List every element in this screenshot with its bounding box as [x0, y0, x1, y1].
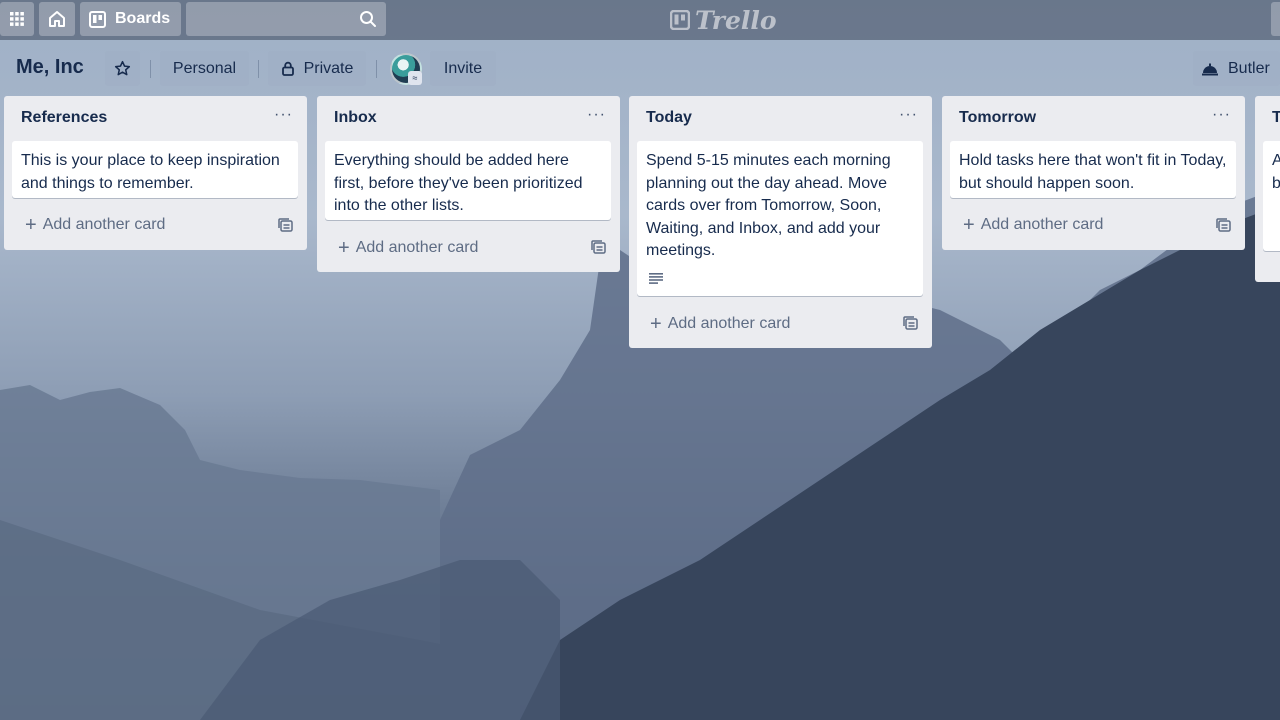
invite-button[interactable]: Invite [430, 51, 496, 86]
add-card-label: Add another card [667, 315, 791, 332]
card[interactable]: A b [1263, 141, 1280, 251]
boards-button[interactable]: Boards [80, 2, 181, 36]
search-input[interactable] [186, 2, 386, 36]
private-label: Private [303, 59, 354, 77]
plus-icon: + [338, 236, 350, 259]
plus-icon: + [963, 213, 975, 236]
home-icon [49, 11, 65, 27]
list-partial[interactable]: T A b [1255, 96, 1280, 282]
search-icon [360, 11, 376, 27]
list-menu-icon[interactable]: ··· [274, 106, 293, 124]
card[interactable]: Hold tasks here that won't fit in Today,… [950, 141, 1236, 198]
top-bar: Boards Trello [0, 0, 1280, 40]
list-inbox[interactable]: Inbox ··· Everything should be added her… [317, 96, 620, 272]
header-divider [376, 60, 377, 78]
topbar-right-button[interactable] [1271, 2, 1280, 36]
card[interactable]: Spend 5-15 minutes each morning planning… [637, 141, 923, 296]
invite-label: Invite [443, 59, 483, 77]
home-button[interactable] [39, 2, 75, 36]
card-text: Spend 5-15 minutes each morning planning… [646, 152, 891, 259]
card-text: Hold tasks here that won't fit in Today,… [959, 152, 1227, 192]
card-template-icon[interactable] [278, 218, 293, 232]
list-title[interactable]: T [1272, 109, 1280, 127]
star-icon [114, 60, 131, 76]
board-title[interactable]: Me, Inc [16, 56, 84, 79]
butler-button[interactable]: Butler [1193, 51, 1280, 86]
add-card-button[interactable]: + Add another card [12, 210, 298, 240]
trello-logo-icon [670, 10, 690, 30]
card-text: A b [1272, 152, 1280, 192]
card-text: Everything should be added here first, b… [334, 152, 583, 214]
list-title[interactable]: Tomorrow [959, 109, 1036, 127]
list-today[interactable]: Today ··· Spend 5-15 minutes each mornin… [629, 96, 932, 348]
card-template-icon[interactable] [903, 316, 918, 330]
list-menu-icon[interactable]: ··· [587, 106, 606, 124]
privacy-button[interactable]: Private [268, 51, 366, 86]
add-card-button[interactable]: + Add another card [950, 210, 1236, 240]
lock-icon [281, 61, 294, 76]
card[interactable]: Everything should be added here first, b… [325, 141, 611, 220]
admin-chevron-icon: ≈ [408, 71, 422, 85]
butler-bell-icon [1202, 63, 1218, 75]
list-title[interactable]: Inbox [334, 109, 377, 127]
add-card-label: Add another card [355, 239, 479, 256]
personal-label: Personal [172, 59, 237, 77]
card-text: This is your place to keep inspiration a… [21, 152, 280, 192]
card-template-icon[interactable] [1216, 218, 1231, 232]
card[interactable]: This is your place to keep inspiration a… [12, 141, 298, 198]
list-references[interactable]: References ··· This is your place to kee… [4, 96, 307, 250]
star-button[interactable] [105, 51, 140, 86]
add-card-button[interactable]: + Add another card [325, 233, 611, 263]
boards-icon [89, 10, 106, 28]
add-card-label: Add another card [42, 216, 166, 233]
apps-button[interactable] [0, 2, 34, 36]
header-divider [258, 60, 259, 78]
butler-label: Butler [1228, 59, 1270, 77]
description-icon [649, 273, 663, 284]
list-title[interactable]: Today [646, 109, 692, 127]
plus-icon: + [25, 213, 37, 236]
grid-icon [10, 12, 24, 26]
boards-label: Boards [115, 10, 171, 27]
logo-text: Trello [695, 5, 777, 35]
trello-logo[interactable]: Trello [670, 5, 777, 35]
add-card-button[interactable]: + Add another card [637, 309, 923, 339]
team-visibility-button[interactable]: Personal [160, 51, 249, 86]
plus-icon: + [650, 312, 662, 335]
card-template-icon[interactable] [591, 240, 606, 254]
add-card-label: Add another card [980, 216, 1104, 233]
header-divider [150, 60, 151, 78]
list-tomorrow[interactable]: Tomorrow ··· Hold tasks here that won't … [942, 96, 1245, 250]
list-menu-icon[interactable]: ··· [899, 106, 918, 124]
list-title[interactable]: References [21, 109, 107, 127]
list-menu-icon[interactable]: ··· [1212, 106, 1231, 124]
